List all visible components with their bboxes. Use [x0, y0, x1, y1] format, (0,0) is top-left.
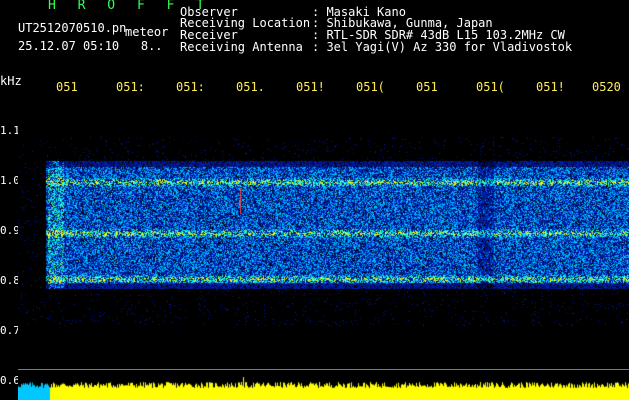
x-tick: 051!	[296, 80, 325, 94]
x-tick: 051:	[116, 80, 145, 94]
signal-histogram	[18, 376, 629, 400]
meteor-label: meteor	[125, 25, 169, 39]
frequency-unit: kHz	[0, 74, 22, 88]
x-tick: 0520	[592, 80, 621, 94]
x-tick: 051	[416, 80, 438, 94]
antenna-label: Receiving Antenna	[180, 40, 303, 54]
y-tick: 0.8	[0, 274, 20, 287]
antenna-value: : 3el Yagi(V) Az 330 for Vladivostok	[312, 40, 573, 54]
x-tick: 051!	[536, 80, 565, 94]
y-tick: 1.0	[0, 174, 20, 187]
datetime: 25.12.07 05:10 8..	[18, 39, 163, 53]
x-tick: 051:	[176, 80, 205, 94]
x-tick: 051	[56, 80, 78, 94]
y-tick: 0.6	[0, 374, 20, 387]
x-tick: 051(	[476, 80, 505, 94]
file-name: UT2512070510.pn	[18, 21, 127, 35]
y-tick: 1.1	[0, 124, 20, 137]
spectrogram	[18, 96, 629, 366]
x-tick: 051.	[236, 80, 265, 94]
x-tick: 051(	[356, 80, 385, 94]
counter: 8..	[140, 39, 163, 53]
separator-line	[18, 369, 629, 370]
y-tick: 0.7	[0, 324, 20, 337]
y-tick: 0.9	[0, 224, 20, 237]
